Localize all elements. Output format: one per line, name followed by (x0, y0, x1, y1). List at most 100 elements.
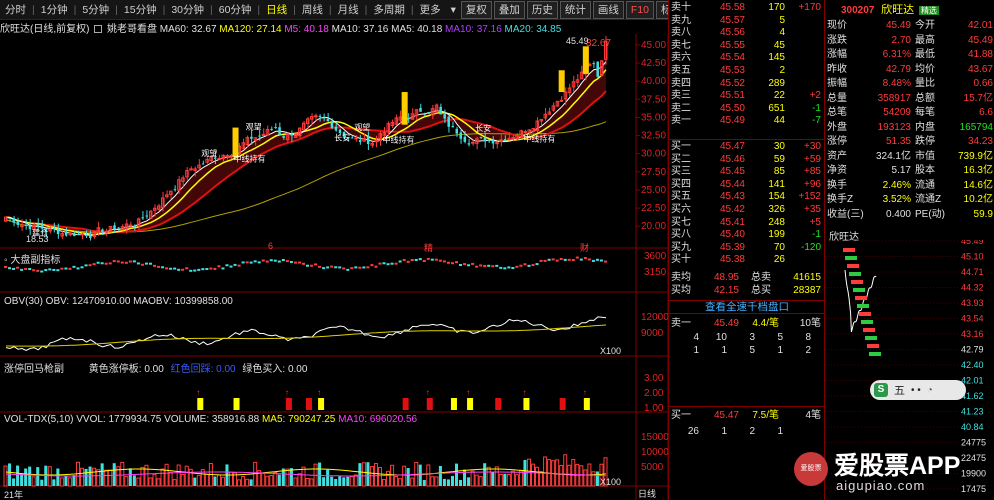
quote-field-label: 均价 (915, 63, 935, 75)
bid-row[interactable]: 买四 45.44 141 +96 (669, 179, 824, 192)
ask-row[interactable]: 卖七 45.55 45 (669, 40, 824, 53)
ask-row[interactable]: 卖十 45.58 170 +170 (669, 2, 824, 15)
volume-bar (342, 477, 346, 486)
period-tab[interactable]: 分时 (0, 0, 31, 20)
full-depth-link[interactable]: 查看全速千档盘口 (669, 300, 825, 314)
sell1-queue-header[interactable]: 卖一 45.49 4.4/笔 10笔 (669, 318, 824, 331)
bid-price: 45.44 (719, 178, 745, 190)
more-menu[interactable]: 更多 (415, 0, 446, 20)
ma10-value: MA10: 37.16 (445, 24, 502, 34)
candle-body (419, 108, 422, 112)
volume-bar (459, 479, 463, 486)
dapan-dot (310, 264, 314, 267)
candle-body (201, 163, 205, 165)
period-tab[interactable]: 15分钟 (119, 0, 162, 20)
buy1-queue-header[interactable]: 买一 45.47 7.5/笔 4笔 (669, 410, 824, 423)
dapan-dot (547, 258, 551, 261)
up-arrow-icon: ↑ (426, 388, 430, 397)
period-tab[interactable]: 60分钟 (214, 0, 257, 20)
quote-field-value: 6.31% (882, 49, 911, 60)
buy1-price: 45.47 (713, 410, 739, 421)
bid-row[interactable]: 买七 45.41 248 +5 (669, 217, 824, 230)
volume-bar (289, 468, 293, 486)
ask-row[interactable]: 卖四 45.52 289 (669, 78, 824, 91)
chevron-down-icon[interactable]: ▾ (446, 0, 461, 20)
checkbox-icon[interactable] (94, 25, 103, 34)
pin-icon[interactable]: ◔ (927, 385, 933, 396)
ask-row[interactable]: 卖九 45.57 5 (669, 15, 824, 28)
queue-qty: 5 (777, 332, 783, 343)
candle-body (318, 115, 322, 117)
overlay-button[interactable]: 叠加 (493, 0, 525, 19)
ask-row[interactable]: 卖三 45.51 22 +2 (669, 90, 824, 103)
period-tab[interactable]: 1分钟 (36, 0, 73, 20)
bid-row[interactable]: 买十 45.38 26 (669, 254, 824, 267)
fuquan-button[interactable]: 复权 (460, 0, 492, 19)
volume-bar (72, 475, 76, 486)
dots-icon[interactable]: • • (911, 385, 921, 396)
period-tab[interactable]: 30分钟 (166, 0, 209, 20)
dapan-dot (535, 263, 539, 266)
ask-row[interactable]: 卖一 45.49 44 -7 (669, 115, 824, 128)
bid-change: +59 (804, 153, 821, 165)
history-button[interactable]: 历史 (526, 0, 558, 19)
buy1-queue-row[interactable]: 26 1 2 1 (669, 426, 824, 439)
bid-row[interactable]: 买一 45.47 30 +30 (669, 141, 824, 154)
period-tab[interactable]: 多周期 (368, 0, 410, 20)
quote-field-label: 流通 (915, 179, 935, 191)
period-tab[interactable]: 周线 (297, 0, 328, 20)
limit-up-candle (232, 127, 239, 158)
dapan-dot (20, 268, 24, 271)
ask-row[interactable]: 卖五 45.53 2 (669, 65, 824, 78)
bid-row[interactable]: 买六 45.42 326 +35 (669, 204, 824, 217)
draw-line-button[interactable]: 画线 (592, 0, 624, 19)
quote-field-value: 2.46% (882, 179, 911, 191)
period-tab-active[interactable]: 日线 (261, 0, 292, 20)
sell1-queue-row[interactable]: 1 1 5 1 2 (669, 345, 824, 358)
bid-row[interactable]: 买二 45.46 59 +59 (669, 154, 824, 167)
indicator-name: 姚老哥看盘 (107, 24, 158, 34)
queue-qty: 26 (687, 426, 699, 437)
candle-body (479, 136, 483, 138)
period-tab[interactable]: 5分钟 (77, 0, 114, 20)
y-tick-label: 22.50 (641, 203, 666, 214)
buy-avg-row[interactable]: 买均 42.15 总买 28387 (669, 285, 824, 298)
f10-button[interactable]: F10 (625, 0, 654, 19)
quote-field-value: 14.6亿 (963, 179, 993, 191)
ask-row[interactable]: 卖二 45.50 651 -1 (669, 103, 824, 116)
period-tab[interactable]: 月线 (333, 0, 364, 20)
marker-cai: 财 (580, 243, 590, 253)
quote-field-value: 324.1亿 (875, 150, 911, 162)
up-arrow-icon: ↑ (466, 388, 470, 397)
total-buy-label: 总买 (751, 285, 771, 296)
ask-row[interactable]: 卖六 45.54 145 (669, 52, 824, 65)
volume-bar (503, 473, 507, 486)
floating-widget[interactable]: S 五 • • ◔ (870, 380, 966, 400)
candle-body (459, 132, 463, 139)
sell-avg-row[interactable]: 卖均 48.95 总卖 41615 (669, 272, 824, 285)
volume-bar (346, 476, 350, 486)
sell1-queue-row[interactable]: 4 10 3 5 8 (669, 332, 824, 345)
bid-volume: 154 (768, 191, 785, 203)
up-arrow-icon: ↑ (317, 388, 321, 397)
stats-button[interactable]: 统计 (559, 0, 591, 19)
dapan-dot (463, 263, 467, 266)
dapan-dot (289, 261, 293, 264)
chart-area[interactable]: 建仓观望中线持有观望长安观望中线持有长安中线持有 45.0042.5040.00… (0, 34, 668, 500)
candle-body (282, 135, 285, 138)
dapan-dot (434, 258, 438, 261)
bid-volume: 85 (773, 166, 785, 178)
dapan-dot (499, 266, 503, 269)
candle-body (80, 233, 85, 236)
bid-row[interactable]: 买八 45.40 199 -1 (669, 229, 824, 242)
mini-volume-box (847, 264, 859, 268)
ask-row[interactable]: 卖八 45.56 4 (669, 27, 824, 40)
quote-row: 净资 5.17 股本 16.3亿 (825, 165, 994, 178)
bid-row[interactable]: 买五 45.43 154 +152 (669, 191, 824, 204)
ma120-value: MA120: 27.14 (219, 24, 282, 34)
dapan-dot (322, 267, 326, 270)
bid-row[interactable]: 买三 45.45 85 +85 (669, 166, 824, 179)
quote-field-label: 量比 (915, 78, 935, 89)
candle-body (592, 63, 595, 65)
bid-row[interactable]: 买九 45.39 70 -120 (669, 242, 824, 255)
